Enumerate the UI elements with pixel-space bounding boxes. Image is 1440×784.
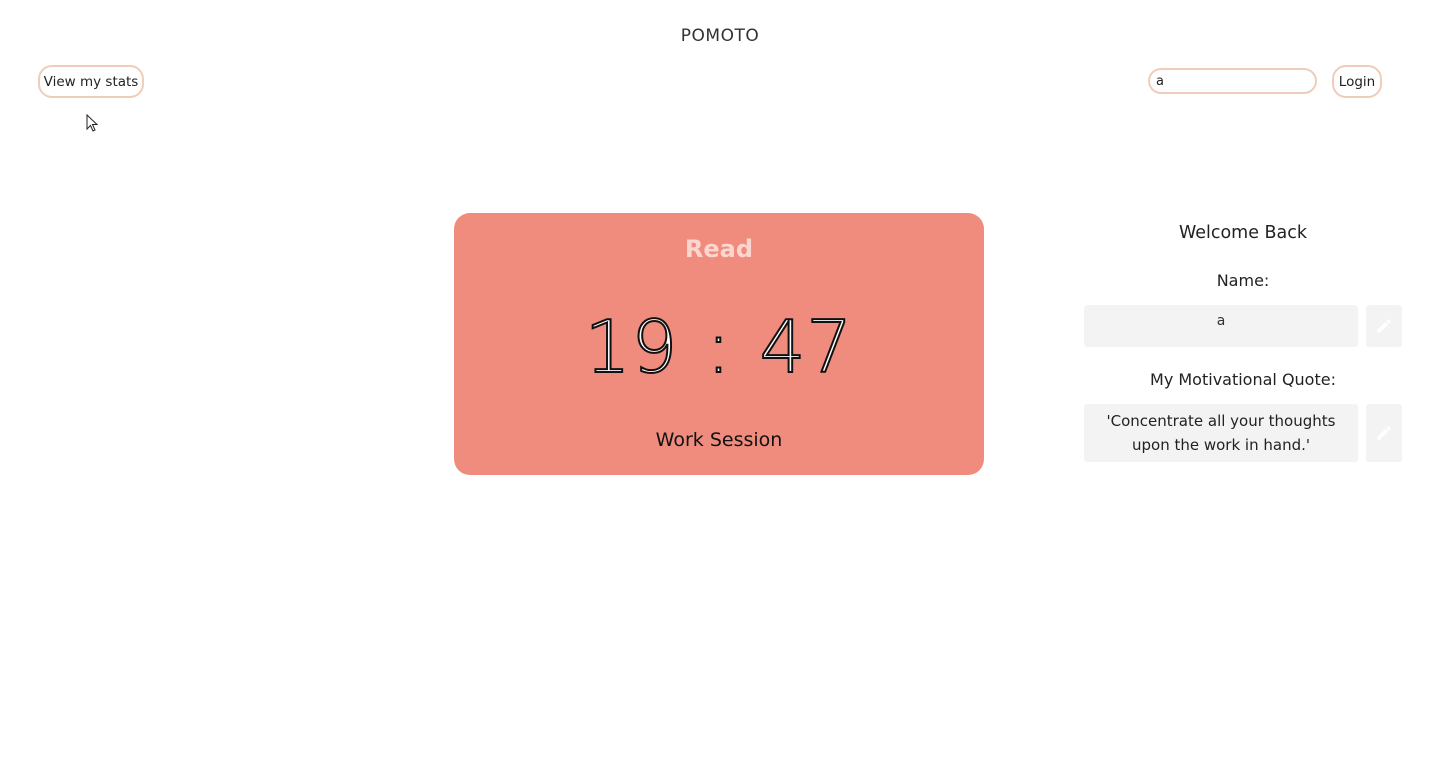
name-value: a — [1216, 313, 1226, 329]
pomodoro-page: POMOTO View my stats Login Read 19 : 47 … — [0, 0, 1440, 784]
quote-display-field: 'Concentrate all your thoughts upon the … — [1084, 404, 1358, 462]
timer-separator: : — [705, 304, 732, 390]
login-button[interactable]: Login — [1332, 65, 1382, 98]
timer-minutes: 19 — [584, 304, 679, 390]
welcome-heading: Welcome Back — [1178, 223, 1308, 243]
quote-label: My Motivational Quote: — [1150, 370, 1336, 389]
timer-card: Read 19 : 47 Work Session — [454, 213, 984, 475]
current-task-name: Read — [684, 235, 754, 263]
name-label: Name: — [1216, 271, 1270, 290]
mouse-pointer-icon — [86, 114, 98, 132]
pencil-icon — [1377, 319, 1391, 333]
timer-display: 19 : 47 — [454, 304, 984, 390]
edit-name-button[interactable] — [1366, 305, 1402, 347]
login-name-input[interactable] — [1148, 68, 1317, 94]
pencil-icon — [1377, 426, 1391, 440]
app-title: POMOTO — [680, 26, 760, 46]
view-stats-button[interactable]: View my stats — [38, 65, 144, 98]
quote-value: 'Concentrate all your thoughts upon the … — [1106, 412, 1336, 454]
edit-quote-button[interactable] — [1366, 404, 1402, 462]
session-type-label: Work Session — [655, 429, 783, 451]
timer-seconds: 47 — [759, 304, 854, 390]
name-display-field: a — [1084, 305, 1358, 347]
